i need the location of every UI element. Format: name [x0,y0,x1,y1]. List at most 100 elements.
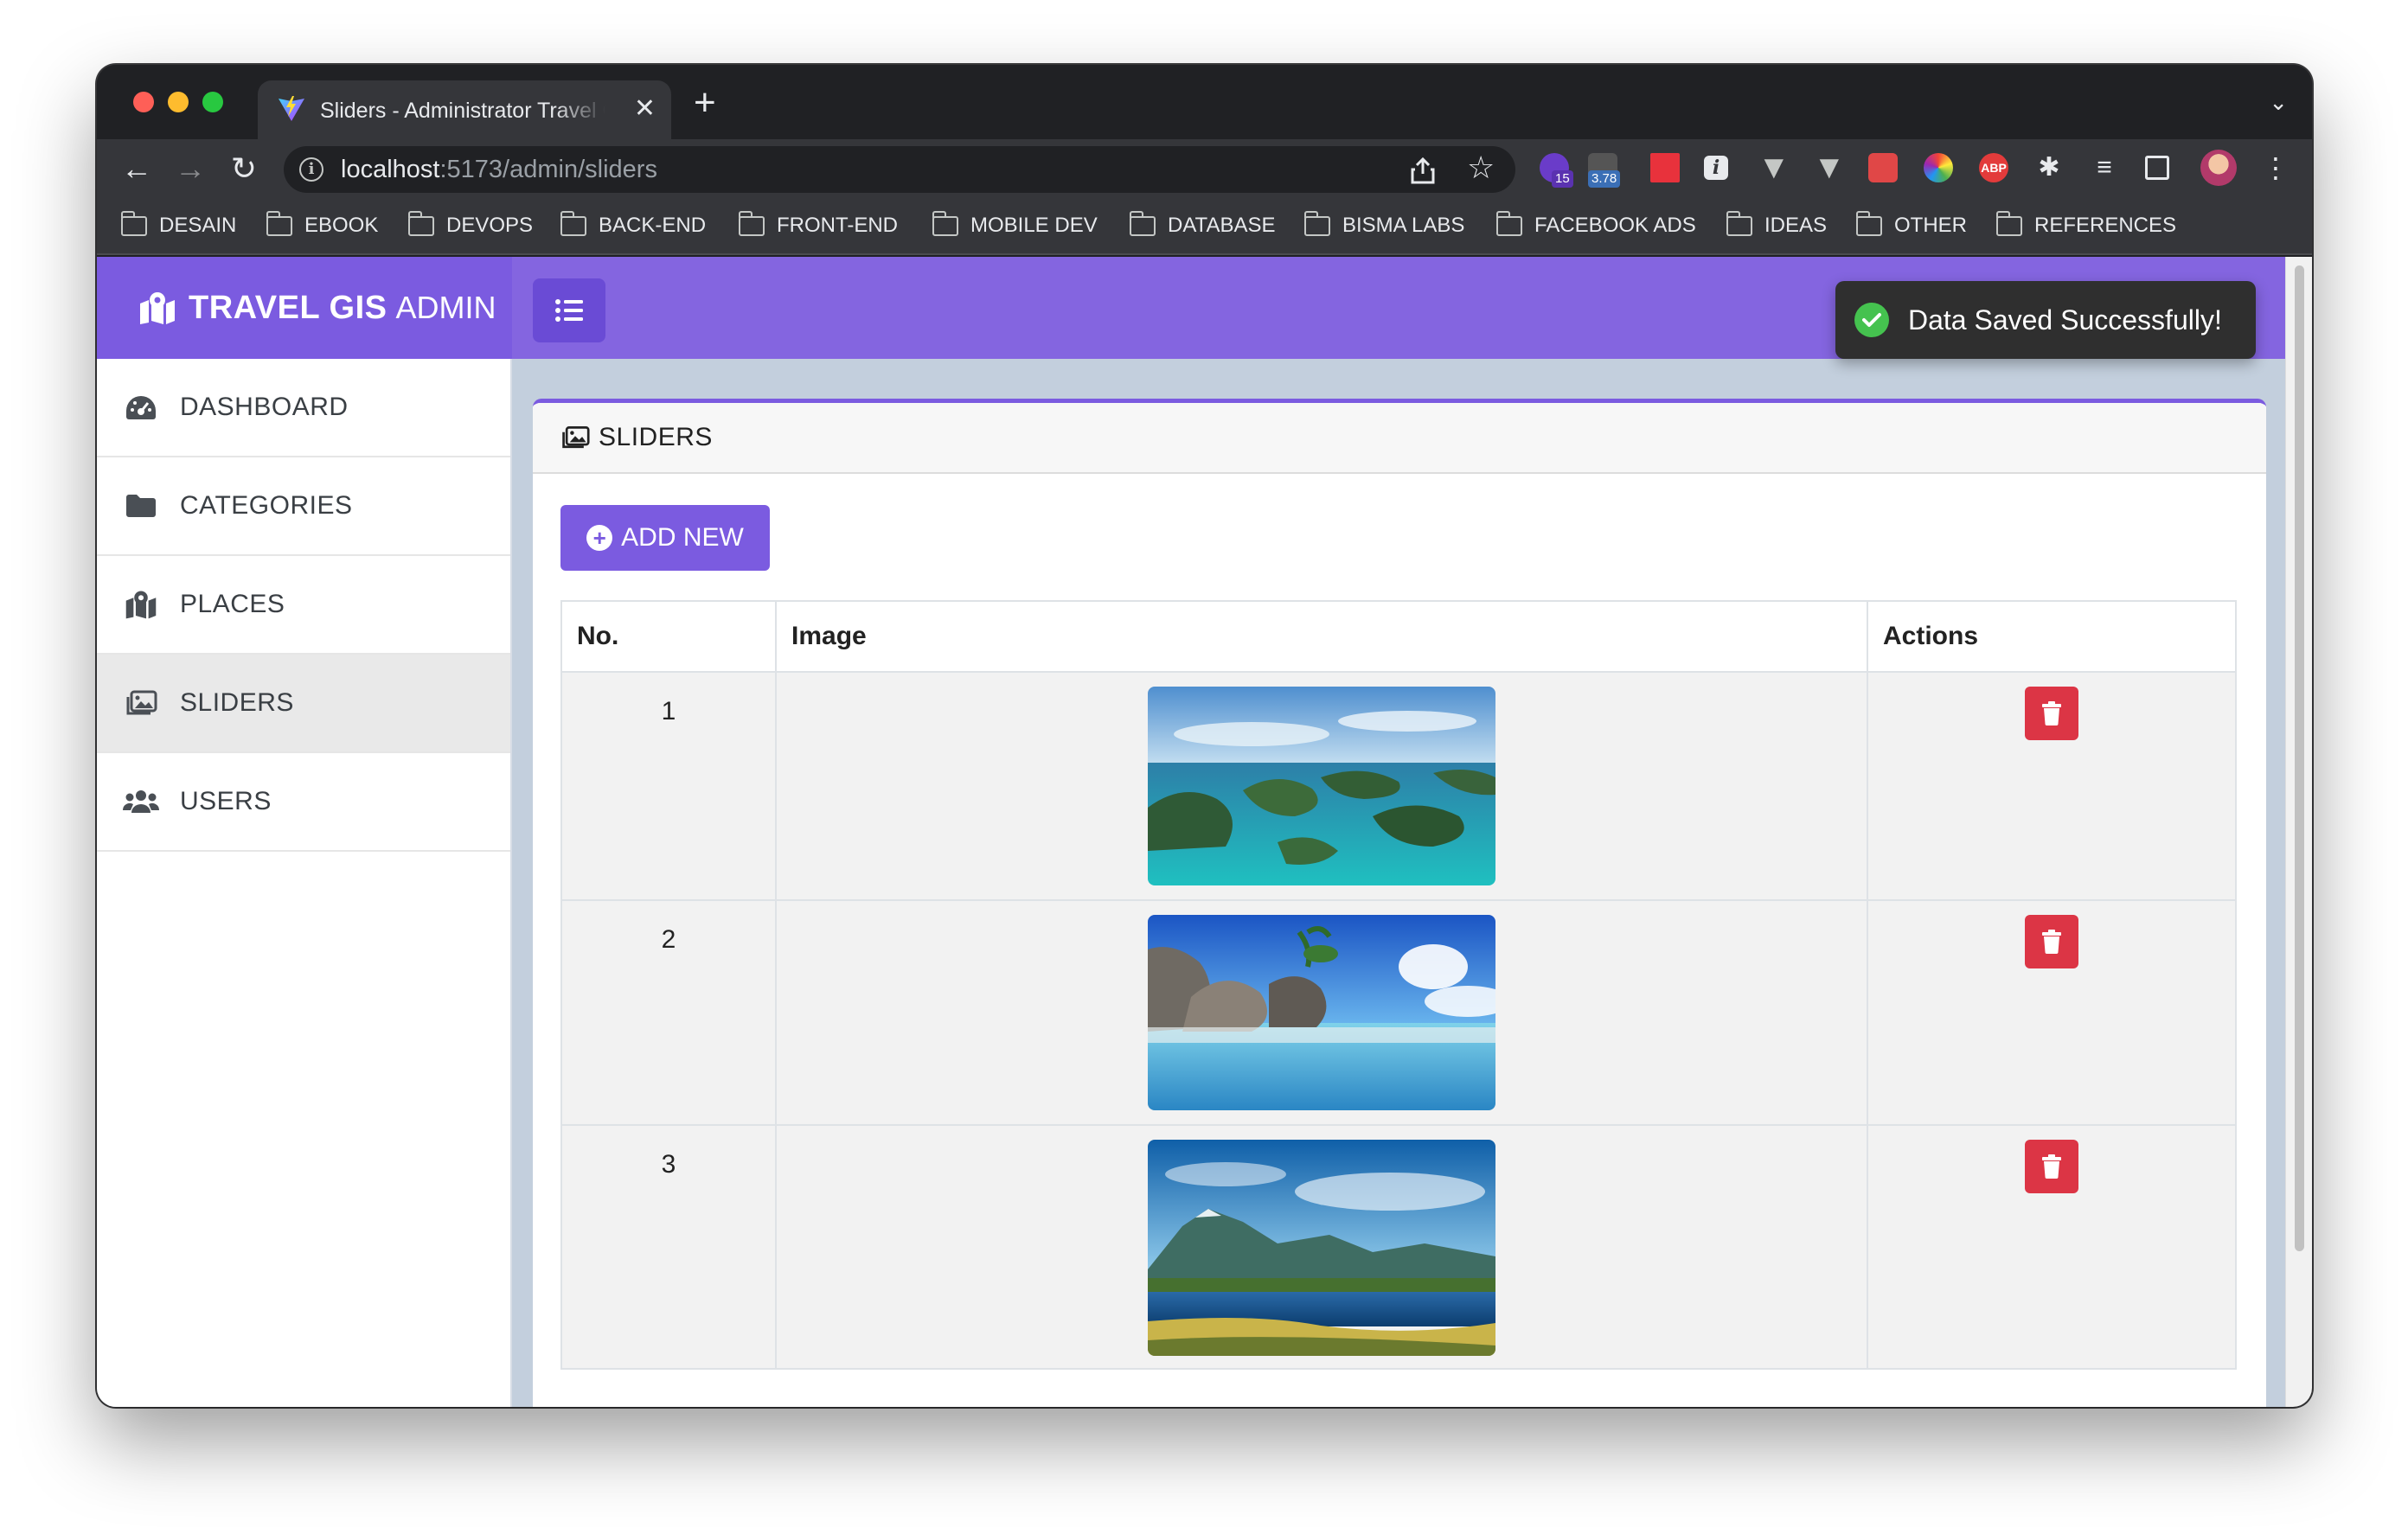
page-viewport: TRAVEL GIS ADMIN DASHBOARD CATEGORIES PL… [97,257,2285,1407]
users-icon [123,786,159,817]
extension-counter-icon[interactable]: 3.78 [1588,153,1621,188]
extension-grid-red-icon[interactable] [1868,153,1898,182]
folder-icon [1855,210,1882,236]
trash-icon [2042,930,2061,954]
browser-window: Sliders - Administrator Travel GIS ✕ + ⌄… [97,65,2312,1407]
plus-circle-icon: + [586,525,613,551]
table-row: 3 [560,1124,2237,1370]
reload-icon[interactable]: ↻ [223,148,265,189]
bookmark-folder[interactable]: IDEAS [1726,210,1827,238]
bookmark-folder[interactable]: EBOOK [266,210,378,238]
bookmark-folder[interactable]: DESAIN [120,210,236,238]
slider-image-tropical-islands [1148,687,1495,885]
delete-button[interactable] [2025,915,2078,968]
bookmarks-bar: DESAIN EBOOK DEVOPS BACK-END FRONT-END M… [97,198,2312,255]
address-bar[interactable]: i localhost:5173/admin/sliders ☆ [284,146,1515,193]
list-icon [555,299,583,322]
side-panel-icon[interactable] [2145,156,2169,180]
map-marked-icon [140,292,175,324]
profile-avatar[interactable] [2200,150,2237,186]
folder-icon [932,210,958,236]
table-row: 1 [560,671,2237,901]
brand-subtitle: ADMIN [395,290,496,325]
slider-image-mountain-lake [1148,1140,1495,1356]
folder-icon [738,210,765,236]
bookmark-folder[interactable]: OTHER [1855,210,1967,238]
column-header-no: No. [560,600,777,673]
success-toast: Data Saved Successfully! [1835,281,2256,359]
extension-red-square-icon[interactable] [1650,153,1680,182]
card-title: SLIDERS [599,423,713,451]
folder-icon [1303,210,1330,236]
bookmark-folder[interactable]: DEVOPS [407,210,533,238]
bookmark-folder[interactable]: REFERENCES [1995,210,2176,238]
column-header-image: Image [775,600,1868,673]
bookmark-folder[interactable]: BACK-END [560,210,706,238]
extensions-puzzle-icon[interactable]: ✱ [2034,153,2064,182]
share-icon[interactable] [1410,157,1436,184]
forward-arrow-icon[interactable]: → [170,148,211,189]
bookmark-folder[interactable]: BISMA LABS [1303,210,1464,238]
delete-button[interactable] [2025,687,2078,740]
zoom-window-button[interactable] [202,92,223,112]
minimize-window-button[interactable] [168,92,189,112]
bookmark-folder[interactable]: FRONT-END [738,210,898,238]
folder-icon [1995,210,2022,236]
row-number: 1 [560,671,777,901]
back-arrow-icon[interactable]: ← [116,148,157,189]
new-tab-button[interactable]: + [694,84,716,122]
folder-icon [560,210,586,236]
media-queue-icon[interactable]: ≡ [2090,153,2119,182]
folder-icon [123,490,159,521]
map-marked-icon [123,589,159,620]
sidebar-item-dashboard[interactable]: DASHBOARD [97,359,510,457]
bookmark-folder[interactable]: FACEBOOK ADS [1495,210,1696,238]
browser-menu-kebab-icon[interactable]: ⋮ [2261,153,2290,182]
folder-icon [266,210,292,236]
table-row: 2 [560,899,2237,1126]
trash-icon [2042,701,2061,725]
browser-toolbar: ← → ↻ i localhost:5173/admin/sliders ☆ 1… [97,139,2312,198]
folder-icon [1495,210,1522,236]
bookmark-folder[interactable]: DATABASE [1129,210,1275,238]
vite-logo-icon [279,96,304,121]
card-header: SLIDERS [533,403,2266,474]
page-scrollbar[interactable] [2285,257,2312,1407]
folder-icon [120,210,147,236]
scrollbar-thumb[interactable] [2295,265,2304,1251]
images-icon [562,426,590,449]
browser-tab[interactable]: Sliders - Administrator Travel GIS ✕ [258,80,671,139]
extension-info-icon[interactable]: i [1704,156,1728,180]
close-window-button[interactable] [133,92,154,112]
folder-icon [1129,210,1156,236]
folder-icon [407,210,434,236]
bookmark-star-icon[interactable]: ☆ [1467,150,1495,186]
sidebar-item-sliders[interactable]: SLIDERS [97,655,510,753]
extension-color-picker-icon[interactable] [1924,153,1953,182]
delete-button[interactable] [2025,1140,2078,1193]
adblock-plus-icon[interactable]: ABP [1979,153,2008,182]
sidebar-item-categories[interactable]: CATEGORIES [97,457,510,556]
sidebar-item-users[interactable]: USERS [97,753,510,852]
app-brand[interactable]: TRAVEL GIS ADMIN [97,257,512,359]
sidebar-toggle-button[interactable] [533,278,605,342]
tab-strip: Sliders - Administrator Travel GIS ✕ + ⌄ [97,65,2312,139]
tab-close-icon[interactable]: ✕ [634,94,656,124]
trash-icon [2042,1154,2061,1179]
tab-title: Sliders - Administrator Travel GIS [320,99,605,123]
row-number: 2 [560,899,777,1126]
folder-icon [1726,210,1752,236]
brand-title: TRAVEL GIS [189,289,387,326]
table-header-row: No. Image Actions [560,600,2237,673]
add-new-button[interactable]: + ADD NEW [560,505,770,571]
extension-vue-devtools-2-icon[interactable]: ▼ [1813,151,1846,184]
tab-search-chevron-icon[interactable]: ⌄ [2269,89,2288,116]
site-info-icon[interactable]: i [299,157,323,182]
images-icon [123,687,159,719]
extension-vue-devtools-icon[interactable]: ▼ [1758,151,1790,184]
sidebar-item-places[interactable]: PLACES [97,556,510,655]
bookmark-folder[interactable]: MOBILE DEV [932,210,1098,238]
extension-puzzle-purple-icon[interactable]: 15 [1540,153,1573,188]
address-url[interactable]: localhost:5173/admin/sliders [341,156,657,184]
sidebar: DASHBOARD CATEGORIES PLACES SLIDERS USER… [97,359,512,1407]
